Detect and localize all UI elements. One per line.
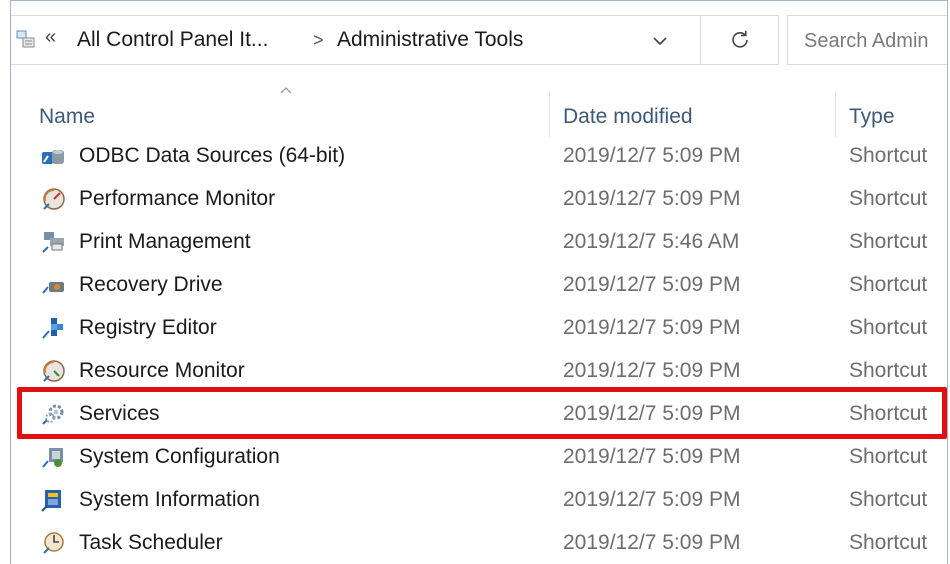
file-type: Shortcut — [849, 402, 928, 425]
control-panel-location-icon — [16, 30, 35, 48]
print-management-icon — [42, 232, 64, 253]
system-information-icon — [41, 490, 61, 512]
file-date: 2019/12/7 5:09 PM — [563, 531, 741, 554]
file-type: Shortcut — [849, 359, 928, 382]
system-configuration-icon — [42, 448, 63, 468]
file-type: Shortcut — [849, 488, 928, 511]
file-name: Registry Editor — [79, 316, 217, 339]
file-type: Shortcut — [849, 144, 928, 167]
file-date: 2019/12/7 5:09 PM — [563, 445, 741, 468]
file-type: Shortcut — [849, 445, 928, 468]
refresh-icon — [732, 30, 748, 48]
file-date: 2019/12/7 5:09 PM — [563, 488, 741, 511]
column-header-name[interactable]: Name — [39, 105, 95, 129]
file-date: 2019/12/7 5:09 PM — [563, 273, 741, 296]
table-row[interactable]: Task Scheduler 2019/12/7 5:09 PM Shortcu… — [11, 522, 947, 564]
file-name: Resource Monitor — [79, 359, 245, 382]
file-name: Print Management — [79, 230, 251, 253]
search-input[interactable] — [802, 26, 947, 56]
services-icon — [42, 404, 64, 425]
column-divider[interactable] — [835, 91, 836, 137]
column-header-date-modified[interactable]: Date modified — [563, 105, 693, 129]
odbc-icon — [42, 150, 64, 164]
sort-ascending-icon — [280, 87, 292, 94]
breadcrumb-all-control-panel[interactable]: All Control Panel It... — [77, 28, 268, 52]
column-header-type[interactable]: Type — [849, 105, 895, 129]
table-row[interactable]: ODBC Data Sources (64-bit) 2019/12/7 5:0… — [11, 135, 947, 178]
file-name: System Information — [79, 488, 260, 511]
file-type: Shortcut — [849, 531, 928, 554]
file-type: Shortcut — [849, 316, 928, 339]
table-row[interactable]: Performance Monitor 2019/12/7 5:09 PM Sh… — [11, 178, 947, 221]
file-name: Recovery Drive — [79, 273, 223, 296]
breadcrumb-separator[interactable]: > — [313, 30, 324, 51]
refresh-button[interactable] — [701, 15, 779, 65]
file-type: Shortcut — [849, 273, 928, 296]
task-scheduler-icon — [43, 532, 64, 554]
file-name: System Configuration — [79, 445, 280, 468]
address-bar[interactable]: « All Control Panel It... > Administrati… — [11, 15, 701, 65]
file-name: ODBC Data Sources (64-bit) — [79, 144, 346, 167]
file-date: 2019/12/7 5:09 PM — [563, 402, 741, 425]
search-box[interactable] — [787, 15, 947, 65]
performance-monitor-icon — [43, 188, 65, 210]
table-row[interactable]: Print Management 2019/12/7 5:46 AM Short… — [11, 221, 947, 264]
file-date: 2019/12/7 5:09 PM — [563, 144, 741, 167]
file-name: Services — [79, 402, 160, 425]
file-name: Task Scheduler — [79, 531, 223, 554]
table-row-services[interactable]: Services 2019/12/7 5:09 PM Shortcut — [11, 393, 947, 436]
table-row[interactable]: Recovery Drive 2019/12/7 5:09 PM Shortcu… — [11, 264, 947, 307]
file-type: Shortcut — [849, 230, 928, 253]
file-date: 2019/12/7 5:09 PM — [563, 187, 741, 210]
file-name: Performance Monitor — [79, 187, 276, 210]
resource-monitor-icon — [43, 360, 65, 382]
breadcrumb-administrative-tools[interactable]: Administrative Tools — [337, 28, 523, 52]
registry-editor-icon — [42, 318, 63, 339]
column-divider[interactable] — [549, 91, 550, 137]
recovery-drive-icon — [42, 282, 64, 294]
explorer-window: « All Control Panel It... > Administrati… — [10, 0, 948, 564]
table-row[interactable]: System Configuration 2019/12/7 5:09 PM S… — [11, 436, 947, 479]
table-row[interactable]: Resource Monitor 2019/12/7 5:09 PM Short… — [11, 350, 947, 393]
file-date: 2019/12/7 5:09 PM — [563, 316, 741, 339]
file-date: 2019/12/7 5:46 AM — [563, 230, 740, 253]
file-list: ODBC Data Sources (64-bit) 2019/12/7 5:0… — [11, 135, 947, 564]
file-date: 2019/12/7 5:09 PM — [563, 359, 741, 382]
overflow-chevron-button[interactable]: « — [45, 26, 56, 49]
chevron-down-icon[interactable] — [651, 34, 669, 48]
table-row[interactable]: Registry Editor 2019/12/7 5:09 PM Shortc… — [11, 307, 947, 350]
file-type: Shortcut — [849, 187, 928, 210]
table-row[interactable]: System Information 2019/12/7 5:09 PM Sho… — [11, 479, 947, 522]
